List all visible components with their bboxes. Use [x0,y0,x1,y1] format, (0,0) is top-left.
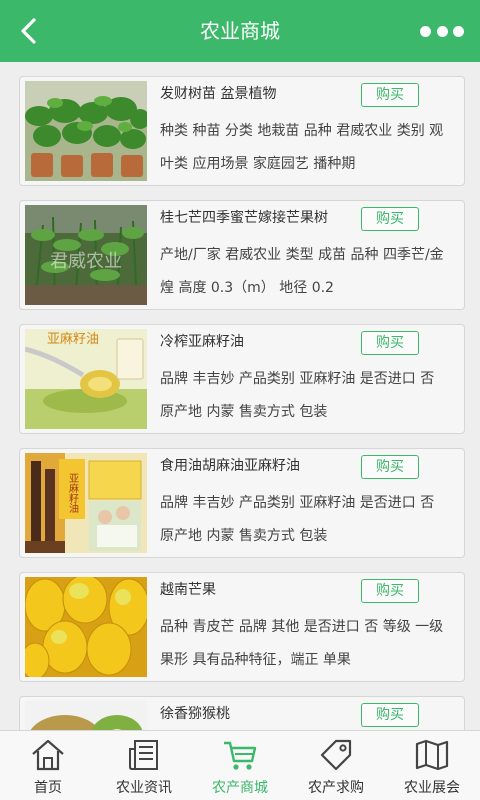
product-name[interactable]: 发财树苗 盆景植物 [160,83,276,103]
map-icon [415,739,449,771]
product-card[interactable]: 发财树苗 盆景植物 种类 种苗 分类 地栽苗 品种 君威农业 类别 观叶类 应用… [19,76,465,186]
product-description: 种类 种苗 分类 地栽苗 品种 君威农业 类别 观叶类 应用场景 家庭园艺 播种… [160,123,444,172]
product-card[interactable]: 亚麻籽油 食用油胡麻油亚麻籽油 品牌 丰吉妙 产品类别 亚麻籽油 是否进口 否 … [19,448,465,558]
product-name[interactable]: 食用油胡麻油亚麻籽油 [160,455,300,475]
tab-label: 农产商城 [212,780,268,796]
product-image-mango-saplings: 君威农业 [25,205,147,305]
tab-home[interactable]: 首页 [0,731,96,800]
cart-icon [224,741,257,770]
buy-button[interactable]: 购买 [361,579,419,603]
product-name[interactable]: 桂七芒四季蜜芒嫁接芒果树 [160,207,328,227]
image-title-text: 亚麻籽油 [47,331,99,346]
product-image-seedlings [25,81,147,181]
buy-button[interactable]: 购买 [361,83,419,107]
product-card[interactable]: 亚麻籽油 冷榨亚麻籽油 品牌 丰吉妙 产品类别 亚麻籽油 是否进口 否 原产地 … [19,324,465,434]
product-description: 品种 青皮芒 品牌 其他 是否进口 否 等级 一级 果形 具有品种特征，端正 单… [160,619,444,668]
tab-exhibition[interactable]: 农业展会 [384,731,480,800]
tab-label: 农产求购 [308,780,364,796]
back-button[interactable] [14,15,46,47]
product-list[interactable]: 发财树苗 盆景植物 种类 种苗 分类 地栽苗 品种 君威农业 类别 观叶类 应用… [0,62,480,730]
product-card[interactable]: 君威农业 桂七芒四季蜜芒嫁接芒果树 产地/厂家 君威农业 类型 成苗 品种 四季… [19,200,465,310]
product-name[interactable]: 徐香猕猴桃 [160,703,230,723]
product-description: 品牌 丰吉妙 产品类别 亚麻籽油 是否进口 否 原产地 内蒙 售卖方式 包装 [160,371,435,420]
bottom-tab-bar: 首页 农业资讯 农产商城 农产求购 农业展会 [0,730,480,800]
buy-button[interactable]: 购买 [361,703,419,727]
buy-button[interactable]: 购买 [361,207,419,231]
tab-purchase[interactable]: 农产求购 [288,731,384,800]
buy-button[interactable]: 购买 [361,331,419,355]
tab-label: 农业展会 [404,780,460,796]
more-dots-icon [420,25,431,37]
tab-label: 首页 [34,780,62,796]
tab-label: 农业资讯 [116,780,172,796]
product-image-mangoes [25,577,147,677]
buy-button[interactable]: 购买 [361,455,419,479]
product-description: 品牌 丰吉妙 产品类别 亚麻籽油 是否进口 否 原产地 内蒙 售卖方式 包装 [160,495,435,544]
image-watermark-text: 君威农业 [50,251,122,271]
product-image-kiwi [25,701,147,730]
product-image-flax-oil: 亚麻籽油 [25,453,147,553]
home-icon [32,739,64,771]
back-arrow-icon [21,18,36,44]
tab-mall[interactable]: 农产商城 [192,731,288,800]
news-icon [129,740,158,770]
image-box-text: 亚麻籽油 [67,473,79,513]
product-description: 产地/厂家 君威农业 类型 成苗 品种 四季芒/金煌 高度 0.3（m） 地径 … [160,247,444,296]
tag-icon [320,739,352,771]
page-title: 农业商城 [200,19,280,43]
tab-news[interactable]: 农业资讯 [96,731,192,800]
top-bar: 农业商城 [0,0,480,62]
product-card[interactable]: 越南芒果 品种 青皮芒 品牌 其他 是否进口 否 等级 一级 果形 具有品种特征… [19,572,465,682]
more-button[interactable] [420,20,464,42]
product-image-linseed-oil: 亚麻籽油 [25,329,147,429]
product-name[interactable]: 冷榨亚麻籽油 [160,331,244,351]
product-card[interactable]: 徐香猕猴桃 购买 [19,696,465,730]
product-name[interactable]: 越南芒果 [160,579,216,599]
